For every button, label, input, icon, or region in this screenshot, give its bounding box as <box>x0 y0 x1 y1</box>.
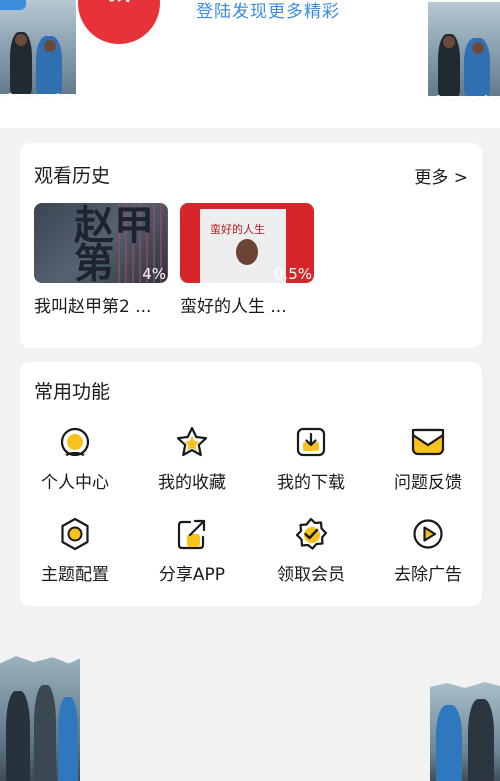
vip-badge-icon <box>293 516 329 552</box>
history-item-title[interactable]: 蛮好的人生 ... <box>180 292 287 317</box>
footer-photo-left <box>0 656 80 781</box>
function-label: 分享APP <box>158 565 226 585</box>
history-thumbnail[interactable]: 蛮好的人生 0.5% <box>180 203 314 283</box>
photo-figure <box>468 699 494 781</box>
corner-tag <box>0 0 26 10</box>
function-label: 领取会员 <box>277 565 345 585</box>
photo-figure-head <box>443 36 455 48</box>
common-functions-card: 常用功能 个人中心 我的收藏 我的下载 问题反馈 主题配置 分享APP 领取会员… <box>20 362 482 606</box>
header-photo-right <box>428 2 500 102</box>
history-item-title[interactable]: 我叫赵甲第2 ... <box>34 292 151 317</box>
my-favorites-button[interactable]: 我的收藏 <box>137 424 247 494</box>
photo-figure-head <box>15 34 27 46</box>
remove-ads-play-icon <box>410 516 446 552</box>
brand-logo[interactable]: 新 <box>78 0 160 44</box>
poster-title: 蛮好的人生 <box>210 223 265 236</box>
star-icon <box>174 424 210 460</box>
share-icon <box>174 516 210 552</box>
login-prompt[interactable]: 登陆发现更多精彩 <box>196 0 340 22</box>
my-downloads-button[interactable]: 我的下载 <box>256 424 366 494</box>
photo-figure <box>436 705 462 781</box>
photo-figure <box>6 691 30 781</box>
claim-vip-button[interactable]: 领取会员 <box>256 516 366 586</box>
remove-ads-button[interactable]: 去除广告 <box>373 516 483 586</box>
poster-portrait <box>236 239 258 265</box>
function-label: 问题反馈 <box>394 473 462 493</box>
function-label: 去除广告 <box>394 565 462 585</box>
watch-progress: 0.5% <box>273 265 312 283</box>
share-app-button[interactable]: 分享APP <box>137 516 247 586</box>
watch-progress: 4% <box>142 265 166 283</box>
function-label: 主题配置 <box>41 565 109 585</box>
user-center-icon <box>57 424 93 460</box>
watch-history-title: 观看历史 <box>34 165 111 187</box>
watch-history-card: 观看历史 更多 > 赵甲第 4% 蛮好的人生 0.5% 我叫赵甲第2 ... 蛮… <box>20 143 482 348</box>
more-history-link[interactable]: 更多 > <box>414 163 468 188</box>
download-icon <box>293 424 329 460</box>
theme-hexagon-icon <box>57 516 93 552</box>
function-label: 我的下载 <box>277 473 345 493</box>
function-label: 我的收藏 <box>158 473 226 493</box>
function-label: 个人中心 <box>41 473 109 493</box>
photo-figure-head <box>44 40 56 52</box>
photo-figure-head <box>472 42 484 54</box>
header-photo-left <box>0 0 76 100</box>
common-functions-title: 常用功能 <box>34 381 111 403</box>
footer-photo-right <box>430 682 500 781</box>
profile-header: 新 登陆发现更多精彩 <box>0 0 500 128</box>
photo-figure <box>58 697 78 781</box>
user-center-button[interactable]: 个人中心 <box>20 424 130 494</box>
feedback-mail-icon <box>410 424 446 460</box>
photo-figure <box>34 685 56 781</box>
history-thumbnail[interactable]: 赵甲第 4% <box>34 203 168 283</box>
theme-settings-button[interactable]: 主题配置 <box>20 516 130 586</box>
profile-page: 新 登陆发现更多精彩 观看历史 更多 > 赵甲第 4% 蛮好的人生 0.5% 我… <box>0 0 500 781</box>
feedback-button[interactable]: 问题反馈 <box>373 424 483 494</box>
